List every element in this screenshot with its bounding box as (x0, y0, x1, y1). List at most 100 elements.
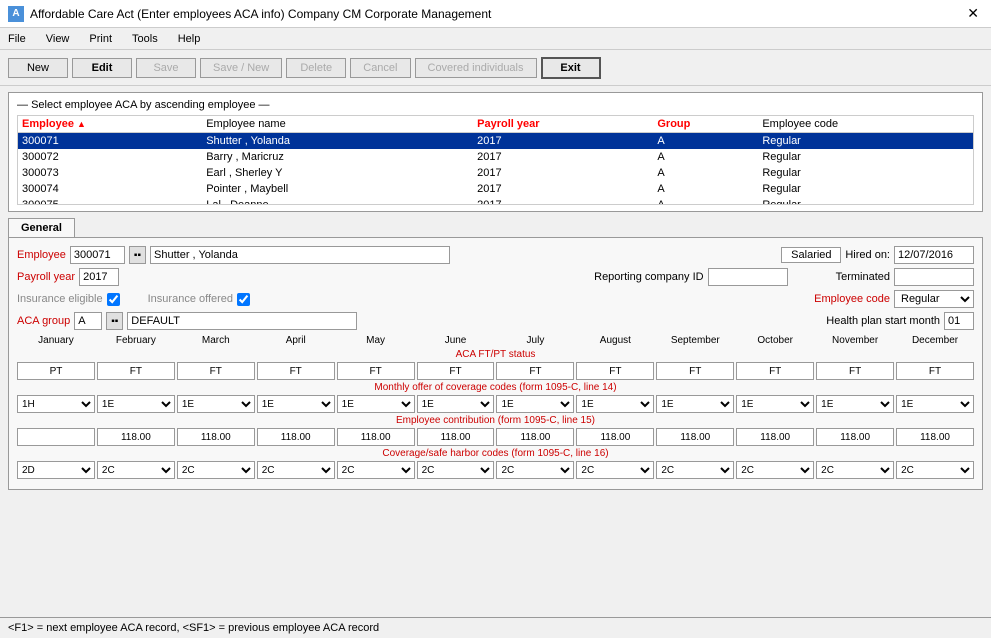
harbor-jun[interactable]: 2C (417, 461, 495, 479)
harbor-dec[interactable]: 2C (896, 461, 974, 479)
title-text: Affordable Care Act (Enter employees ACA… (30, 7, 491, 21)
table-row[interactable]: 300075 Lal , Deanne 2017 A Regular (18, 197, 973, 204)
contrib-aug[interactable] (576, 428, 654, 446)
harbor-nov[interactable]: 2C (816, 461, 894, 479)
cell-emp: 300073 (18, 165, 202, 181)
col-employee-code: Employee code (758, 116, 973, 133)
contrib-jan[interactable] (17, 428, 95, 446)
col-group: Group (653, 116, 758, 133)
ft-pt-nov[interactable] (816, 362, 894, 380)
table-row[interactable]: 300072 Barry , Maricruz 2017 A Regular (18, 149, 973, 165)
cell-year: 2017 (473, 165, 653, 181)
coverage-oct[interactable]: 1E (736, 395, 814, 413)
ft-pt-oct[interactable] (736, 362, 814, 380)
aca-group-name-input[interactable] (127, 312, 357, 330)
harbor-jul[interactable]: 2C (496, 461, 574, 479)
coverage-dec[interactable]: 1E (896, 395, 974, 413)
contrib-oct[interactable] (736, 428, 814, 446)
ft-pt-feb[interactable] (97, 362, 175, 380)
menu-view[interactable]: View (42, 31, 74, 47)
hired-on-input[interactable] (894, 246, 974, 264)
tab-general[interactable]: General (8, 218, 75, 237)
ft-pt-apr[interactable] (257, 362, 335, 380)
contrib-jun[interactable] (417, 428, 495, 446)
employee-table: Employee ▲ Employee name Payroll year Gr… (18, 116, 973, 204)
col-employee: Employee ▲ (18, 116, 202, 133)
menu-help[interactable]: Help (174, 31, 205, 47)
edit-button[interactable]: Edit (72, 58, 132, 78)
cell-emp: 300075 (18, 197, 202, 204)
employee-code-label: Employee code (814, 293, 890, 305)
reporting-company-id-input[interactable] (708, 268, 788, 286)
insurance-offered-checkbox[interactable] (237, 293, 250, 306)
menu-file[interactable]: File (4, 31, 30, 47)
harbor-apr[interactable]: 2C (257, 461, 335, 479)
aca-group-label: ACA group (17, 315, 70, 327)
health-plan-start-input[interactable] (944, 312, 974, 330)
cell-year: 2017 (473, 197, 653, 204)
employee-table-scroll[interactable]: Employee ▲ Employee name Payroll year Gr… (18, 116, 973, 204)
employee-lookup-btn[interactable]: ▪▪ (129, 246, 146, 264)
coverage-mar[interactable]: 1E (177, 395, 255, 413)
table-row[interactable]: 300073 Earl , Sherley Y 2017 A Regular (18, 165, 973, 181)
coverage-feb[interactable]: 1E (97, 395, 175, 413)
harbor-aug[interactable]: 2C (576, 461, 654, 479)
contrib-apr[interactable] (257, 428, 335, 446)
harbor-jan[interactable]: 2D2C (17, 461, 95, 479)
exit-button[interactable]: Exit (541, 57, 601, 79)
employee-name-input[interactable] (150, 246, 450, 264)
aca-group-input[interactable] (74, 312, 102, 330)
insurance-eligible-label: Insurance eligible (17, 293, 103, 305)
month-jan: January (17, 334, 95, 347)
month-feb: February (97, 334, 175, 347)
menu-tools[interactable]: Tools (128, 31, 162, 47)
cell-name: Lal , Deanne (202, 197, 473, 204)
coverage-apr[interactable]: 1E (257, 395, 335, 413)
ft-pt-dec[interactable] (896, 362, 974, 380)
coverage-may[interactable]: 1E (337, 395, 415, 413)
contrib-sep[interactable] (656, 428, 734, 446)
new-button[interactable]: New (8, 58, 68, 78)
ft-pt-sep[interactable] (656, 362, 734, 380)
cell-group: A (653, 149, 758, 165)
ft-pt-mar[interactable] (177, 362, 255, 380)
contrib-mar[interactable] (177, 428, 255, 446)
coverage-jan[interactable]: 1H1E (17, 395, 95, 413)
close-button[interactable]: ✕ (963, 5, 983, 22)
tabs: General (8, 218, 983, 237)
ft-pt-jul[interactable] (496, 362, 574, 380)
contrib-dec[interactable] (896, 428, 974, 446)
title-bar: A Affordable Care Act (Enter employees A… (0, 0, 991, 28)
coverage-jul[interactable]: 1E (496, 395, 574, 413)
month-nov: November (816, 334, 894, 347)
insurance-eligible-checkbox[interactable] (107, 293, 120, 306)
employee-id-input[interactable] (70, 246, 125, 264)
delete-button: Delete (286, 58, 346, 78)
coverage-jun[interactable]: 1E (417, 395, 495, 413)
harbor-oct[interactable]: 2C (736, 461, 814, 479)
harbor-feb[interactable]: 2C (97, 461, 175, 479)
ft-pt-jun[interactable] (417, 362, 495, 380)
table-row[interactable]: 300071 Shutter , Yolanda 2017 A Regular (18, 133, 973, 150)
month-sep: September (656, 334, 734, 347)
menu-print[interactable]: Print (85, 31, 116, 47)
harbor-sep[interactable]: 2C (656, 461, 734, 479)
contrib-jul[interactable] (496, 428, 574, 446)
section-title: — Select employee ACA by ascending emplo… (17, 99, 974, 111)
ft-pt-may[interactable] (337, 362, 415, 380)
harbor-may[interactable]: 2C (337, 461, 415, 479)
contrib-nov[interactable] (816, 428, 894, 446)
employee-code-dropdown[interactable]: Regular (894, 290, 974, 308)
coverage-sep[interactable]: 1E (656, 395, 734, 413)
table-row[interactable]: 300074 Pointer , Maybell 2017 A Regular (18, 181, 973, 197)
contrib-may[interactable] (337, 428, 415, 446)
harbor-mar[interactable]: 2C (177, 461, 255, 479)
ft-pt-aug[interactable] (576, 362, 654, 380)
aca-group-lookup-btn[interactable]: ▪▪ (106, 312, 123, 330)
coverage-nov[interactable]: 1E (816, 395, 894, 413)
contrib-feb[interactable] (97, 428, 175, 446)
terminated-input[interactable] (894, 268, 974, 286)
ft-pt-jan[interactable] (17, 362, 95, 380)
payroll-year-input[interactable] (79, 268, 119, 286)
coverage-aug[interactable]: 1E (576, 395, 654, 413)
